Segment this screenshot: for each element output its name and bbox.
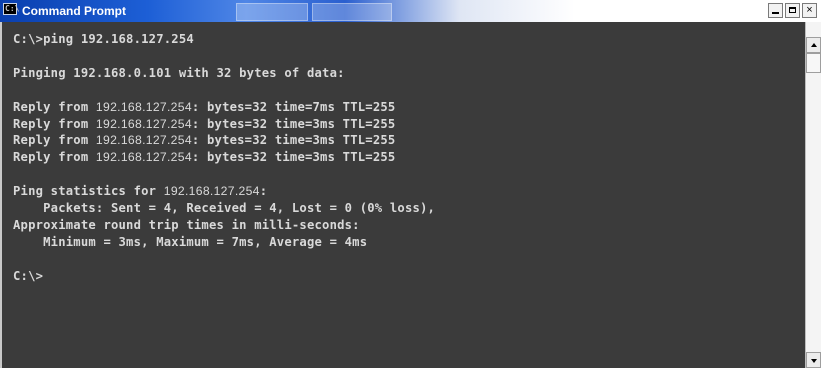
- vertical-scrollbar[interactable]: [805, 22, 821, 368]
- scrollbar-thumb[interactable]: [806, 53, 821, 73]
- console-icon[interactable]: C:\: [3, 3, 19, 15]
- console-text: Minimum = 3ms, Maximum = 7ms, Average = …: [13, 234, 368, 249]
- ip-address: 192.168.127.254: [163, 184, 260, 199]
- console-output-area[interactable]: C:\>ping 192.168.127.254 Pinging 192.168.…: [0, 22, 805, 368]
- console-line: Packets: Sent = 4, Received = 4, Lost = …: [13, 200, 435, 216]
- console-text: : bytes=32 time=3ms TTL=255: [191, 150, 396, 165]
- maximize-button[interactable]: [785, 3, 800, 18]
- console-line: Approximate round trip times in milli-se…: [13, 217, 360, 233]
- minimize-button[interactable]: [768, 3, 783, 18]
- console-text: :: [259, 184, 268, 199]
- console-line: Reply from 192.168.127.254: bytes=32 tim…: [13, 149, 395, 165]
- console-text: Pinging 192.168.0.101 with 32 bytes of d…: [13, 65, 345, 80]
- console-line: Ping statistics for 192.168.127.254:: [13, 183, 267, 199]
- ip-address: 192.168.127.254: [95, 133, 192, 148]
- ip-address: 192.168.127.254: [95, 116, 192, 131]
- console-line: Reply from 192.168.127.254: bytes=32 tim…: [13, 132, 395, 148]
- console-text: Approximate round trip times in milli-se…: [13, 217, 360, 232]
- scroll-down-button[interactable]: [806, 352, 821, 368]
- console-line: Minimum = 3ms, Maximum = 7ms, Average = …: [13, 234, 367, 250]
- console-text: Reply from: [13, 150, 96, 165]
- console-text: : bytes=32 time=3ms TTL=255: [191, 133, 396, 148]
- console-line: C:\>: [13, 268, 43, 284]
- console-text: C:\>: [13, 268, 44, 283]
- title-bar-highlight: [312, 3, 392, 21]
- console-text: Ping statistics for: [13, 184, 164, 199]
- window-controls: ×: [768, 3, 817, 19]
- console-text: C:\>ping 192.168.127.254: [13, 32, 194, 46]
- console-text: Reply from: [13, 133, 96, 148]
- ip-address: 192.168.127.254: [95, 99, 192, 114]
- title-bar-highlight: [236, 3, 308, 21]
- console-line: Pinging 192.168.0.101 with 32 bytes of d…: [13, 65, 345, 81]
- command-prompt-window: C:\ Command Prompt × C:\>ping 192.168.12…: [0, 0, 821, 368]
- console-text: Packets: Sent = 4, Received = 4, Lost = …: [13, 201, 436, 215]
- scroll-up-button[interactable]: [806, 37, 821, 53]
- title-bar[interactable]: C:\ Command Prompt ×: [0, 0, 821, 22]
- ip-address: 192.168.127.254: [95, 150, 192, 165]
- console-text: Reply from: [13, 116, 96, 131]
- console-text: Reply from: [13, 99, 96, 114]
- window-title: Command Prompt: [22, 4, 127, 18]
- close-button[interactable]: ×: [802, 3, 817, 18]
- console-line: Reply from 192.168.127.254: bytes=32 tim…: [13, 99, 395, 115]
- console-text: : bytes=32 time=7ms TTL=255: [191, 99, 396, 114]
- console-line: C:\>ping 192.168.127.254: [13, 31, 194, 47]
- console-text: : bytes=32 time=3ms TTL=255: [191, 116, 396, 131]
- console-line: Reply from 192.168.127.254: bytes=32 tim…: [13, 116, 395, 132]
